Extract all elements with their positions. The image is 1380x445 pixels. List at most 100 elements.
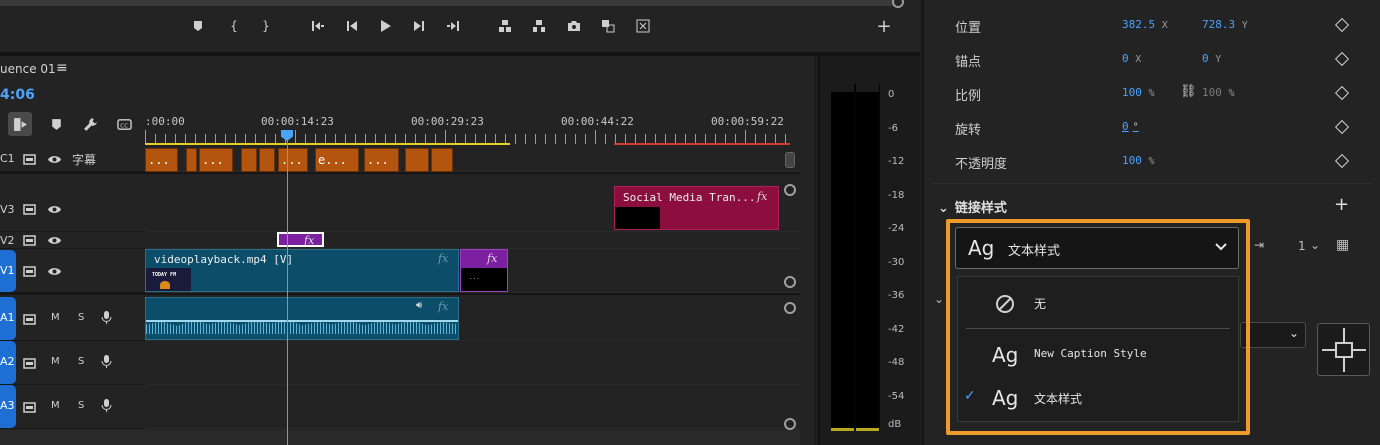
chevron-down-icon[interactable]: ⌄ — [1310, 238, 1320, 252]
export-frame-button[interactable] — [564, 16, 584, 36]
caption-clip[interactable] — [186, 148, 197, 172]
style-option-none[interactable]: 无 — [958, 281, 1238, 323]
timeline-settings-button[interactable] — [78, 112, 102, 136]
track-scroll-handle[interactable] — [785, 152, 795, 168]
audio-scroll-handle[interactable] — [784, 302, 796, 314]
playhead-timecode[interactable]: 4:06 — [0, 87, 35, 103]
toggle-proxies-button[interactable] — [633, 16, 653, 36]
video-audio-separator[interactable] — [0, 293, 800, 295]
time-ruler[interactable]: :00:00 00:00:14:23 00:00:29:23 00:00:44:… — [145, 112, 793, 148]
microphone-icon[interactable] — [99, 398, 113, 412]
video-scroll-handle[interactable] — [784, 276, 796, 288]
add-marker-button[interactable] — [188, 16, 208, 36]
toggle-sync-lock-icon[interactable] — [22, 401, 36, 413]
add-marker-timeline-button[interactable] — [44, 112, 68, 136]
toggle-sync-lock-icon[interactable] — [22, 203, 36, 215]
track-target-v1[interactable]: V1 — [0, 250, 16, 292]
track-target-a1[interactable]: A1 — [0, 297, 16, 340]
video-track-v1[interactable]: videoplayback.mp4 [V] fx TODAY FM fx ... — [145, 249, 800, 293]
mute-button[interactable]: M — [51, 400, 60, 411]
sync-style-icon[interactable]: ⇥ — [1254, 238, 1264, 252]
audio-scroll-handle[interactable] — [784, 418, 796, 430]
video-clip[interactable]: videoplayback.mp4 [V] fx TODAY FM — [145, 249, 459, 292]
caption-clip[interactable] — [241, 148, 257, 172]
title-clip[interactable]: Social Media Tran... fx — [614, 186, 779, 230]
toggle-sync-lock-icon[interactable] — [22, 234, 36, 246]
track-label[interactable]: C1 — [0, 152, 15, 165]
lift-button[interactable] — [495, 16, 515, 36]
caption-clip[interactable]: e... — [315, 148, 359, 172]
anchor-x-value[interactable]: 0 X — [1122, 52, 1141, 65]
caption-clip[interactable]: ... — [364, 148, 399, 172]
caption-clip[interactable] — [405, 148, 429, 172]
solo-button[interactable]: S — [78, 400, 84, 411]
extract-button[interactable] — [529, 16, 549, 36]
linked-style-select[interactable]: Ag 文本样式 — [955, 227, 1239, 269]
mute-button[interactable]: M — [51, 312, 60, 323]
link-icon[interactable]: ⛓ — [1180, 84, 1197, 99]
microphone-icon[interactable] — [99, 354, 113, 368]
nest-toggle-button[interactable] — [8, 112, 32, 136]
rotation-value[interactable]: 0 ° — [1122, 120, 1139, 133]
step-back-button[interactable] — [342, 16, 362, 36]
add-style-button[interactable]: + — [1334, 194, 1349, 215]
solo-button[interactable]: S — [78, 356, 84, 367]
style-option-text-style[interactable]: ✓ Ag 文本样式 — [958, 376, 1238, 418]
anchor-y-value[interactable]: 0 Y — [1202, 52, 1221, 65]
program-scrollbar-handle[interactable] — [892, 0, 904, 8]
mark-in-button[interactable]: { — [224, 16, 244, 36]
mark-out-button[interactable]: } — [256, 16, 276, 36]
toggle-sync-lock-icon[interactable] — [22, 153, 36, 165]
toggle-sync-lock-icon[interactable] — [22, 265, 36, 277]
button-editor-button[interactable]: + — [874, 16, 894, 37]
caption-track-c1[interactable]: ... ... ... e... ... — [145, 148, 800, 172]
toggle-sync-lock-icon[interactable] — [22, 357, 36, 369]
audio-clip[interactable]: 🔊︎ fx — [145, 297, 459, 340]
video-track-v2[interactable]: fx — [145, 232, 800, 249]
comparison-view-button[interactable] — [598, 16, 618, 36]
fx-clip[interactable]: fx ... — [460, 249, 508, 292]
solo-button[interactable]: S — [78, 312, 84, 323]
go-to-in-button[interactable] — [308, 16, 328, 36]
hamburger-icon[interactable]: ≡ — [56, 60, 68, 76]
audio-track-a2[interactable] — [145, 341, 800, 385]
step-forward-button[interactable] — [409, 16, 429, 36]
eye-icon[interactable] — [47, 265, 61, 277]
track-target-a2[interactable]: A2 — [0, 341, 16, 384]
linked-styles-section-header[interactable]: ⌄ 链接样式 — [938, 197, 1007, 216]
grid-icon[interactable]: ▦ — [1336, 237, 1349, 253]
caption-clip[interactable]: ... — [145, 148, 178, 172]
program-scrollbar[interactable] — [0, 0, 900, 6]
audio-track-a1[interactable]: 🔊︎ fx — [145, 297, 800, 341]
toggle-sync-lock-icon[interactable] — [22, 313, 36, 325]
eye-icon[interactable] — [47, 153, 61, 165]
track-target-a3[interactable]: A3 — [0, 385, 16, 428]
fx-clip-selected[interactable]: fx — [277, 232, 324, 247]
caption-clip[interactable]: ... — [278, 148, 308, 172]
alignment-box[interactable] — [1317, 323, 1370, 376]
eye-icon[interactable] — [47, 234, 61, 246]
position-y-value[interactable]: 728.3 Y — [1202, 18, 1248, 31]
eye-icon[interactable] — [47, 203, 61, 215]
video-track-v3[interactable]: Social Media Tran... fx — [145, 186, 800, 232]
captions-button[interactable]: CC — [112, 112, 136, 136]
caption-clip[interactable] — [431, 148, 453, 172]
scale-value[interactable]: 100 % — [1122, 86, 1155, 99]
position-x-value[interactable]: 382.5 X — [1122, 18, 1168, 31]
chevron-down-icon[interactable]: ⌄ — [934, 292, 944, 306]
play-button[interactable] — [375, 16, 395, 36]
opacity-value[interactable]: 100 % — [1122, 154, 1155, 167]
go-to-out-button[interactable] — [443, 16, 463, 36]
audio-track-a3[interactable] — [145, 385, 800, 429]
style-count[interactable]: 1 — [1298, 239, 1306, 253]
caption-clip[interactable] — [259, 148, 275, 172]
track-label[interactable]: V3 — [0, 203, 15, 216]
microphone-icon[interactable] — [99, 310, 113, 324]
track-label[interactable]: V2 — [0, 234, 15, 247]
style-option-new-caption-style[interactable]: Ag New Caption Style — [958, 333, 1238, 375]
mute-button[interactable]: M — [51, 356, 60, 367]
caption-clip[interactable]: ... — [199, 148, 233, 172]
video-scroll-handle[interactable] — [784, 184, 796, 196]
timeline-horizontal-scrollbar[interactable] — [0, 430, 800, 445]
sequence-tab[interactable]: uence 01 — [0, 62, 56, 76]
